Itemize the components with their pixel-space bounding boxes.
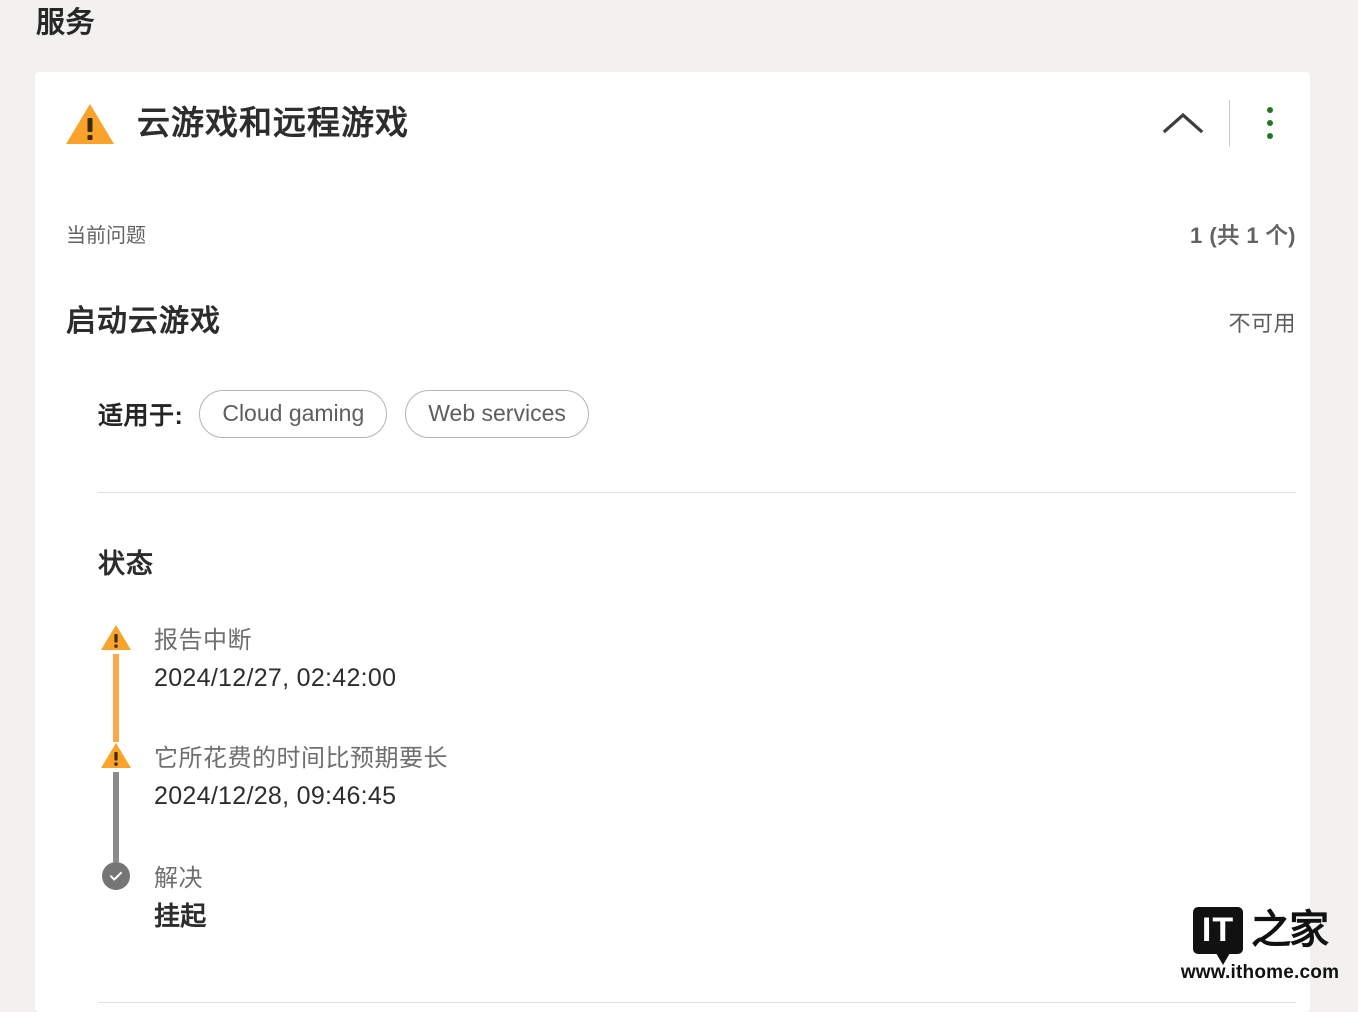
timeline-connector xyxy=(113,654,119,742)
card-title: 云游戏和远程游戏 xyxy=(137,98,409,148)
ithome-url: www.ithome.com xyxy=(1172,961,1348,985)
applies-to-row: 适用于: Cloud gaming Web services xyxy=(98,390,607,438)
kebab-dot xyxy=(1267,133,1273,139)
ithome-logo: IT 之家 xyxy=(1172,901,1348,959)
timeline-item: 解决 挂起 xyxy=(98,862,1198,952)
check-circle-icon xyxy=(98,862,134,890)
current-issues-count: 1 (共 1 个) xyxy=(1190,220,1296,252)
page-title: 服务 xyxy=(36,2,95,44)
timeline-item: 报告中断 2024/12/27, 02:42:00 xyxy=(98,624,1198,742)
card-header-actions xyxy=(1155,96,1292,150)
kebab-dot xyxy=(1267,120,1273,126)
ithome-logo-cjk: 之家 xyxy=(1251,908,1327,952)
applies-to-label: 适用于: xyxy=(98,396,183,432)
ithome-watermark: IT 之家 www.ithome.com xyxy=(1172,901,1348,985)
current-issues-row: 当前问题 1 (共 1 个) xyxy=(35,220,1310,258)
warning-triangle-icon xyxy=(98,742,134,770)
timeline-item-label: 它所花费的时间比预期要长 xyxy=(154,742,1198,776)
timeline-item-value: 挂起 xyxy=(154,896,1198,936)
timeline-item-value: 2024/12/28, 09:46:45 xyxy=(154,776,1198,816)
kebab-menu-icon[interactable] xyxy=(1248,96,1292,150)
service-card: 云游戏和远程游戏 当前问题 1 (共 1 个) 启动云游戏 不可用 适用于: C… xyxy=(35,72,1310,1012)
card-header: 云游戏和远程游戏 xyxy=(35,72,1310,182)
current-issues-label: 当前问题 xyxy=(66,220,146,252)
kebab-dot xyxy=(1267,107,1273,113)
applies-to-chip-cloud-gaming[interactable]: Cloud gaming xyxy=(199,390,387,438)
ithome-logo-text: IT xyxy=(1202,912,1234,948)
timeline-item-label: 报告中断 xyxy=(154,624,1198,658)
timeline-item: 它所花费的时间比预期要长 2024/12/28, 09:46:45 xyxy=(98,742,1198,862)
issue-status-badge: 不可用 xyxy=(1228,306,1296,342)
issue-summary-row: 启动云游戏 不可用 xyxy=(35,300,1310,350)
header-divider xyxy=(1229,100,1230,146)
warning-triangle-icon xyxy=(98,624,134,652)
timeline-item-label: 解决 xyxy=(154,862,1198,896)
timeline-item-value: 2024/12/27, 02:42:00 xyxy=(154,658,1198,698)
warning-triangle-icon xyxy=(65,102,115,146)
status-timeline: 报告中断 2024/12/27, 02:42:00 它所花费的时间比预期要长 2… xyxy=(98,624,1198,952)
section-divider xyxy=(98,492,1296,493)
timeline-connector xyxy=(113,772,119,862)
chevron-up-icon[interactable] xyxy=(1155,96,1211,150)
status-section-heading: 状态 xyxy=(98,544,154,584)
applies-to-chip-web-services[interactable]: Web services xyxy=(405,390,589,438)
ithome-logo-bubble-icon: IT xyxy=(1193,907,1243,954)
issue-name: 启动云游戏 xyxy=(66,300,221,344)
